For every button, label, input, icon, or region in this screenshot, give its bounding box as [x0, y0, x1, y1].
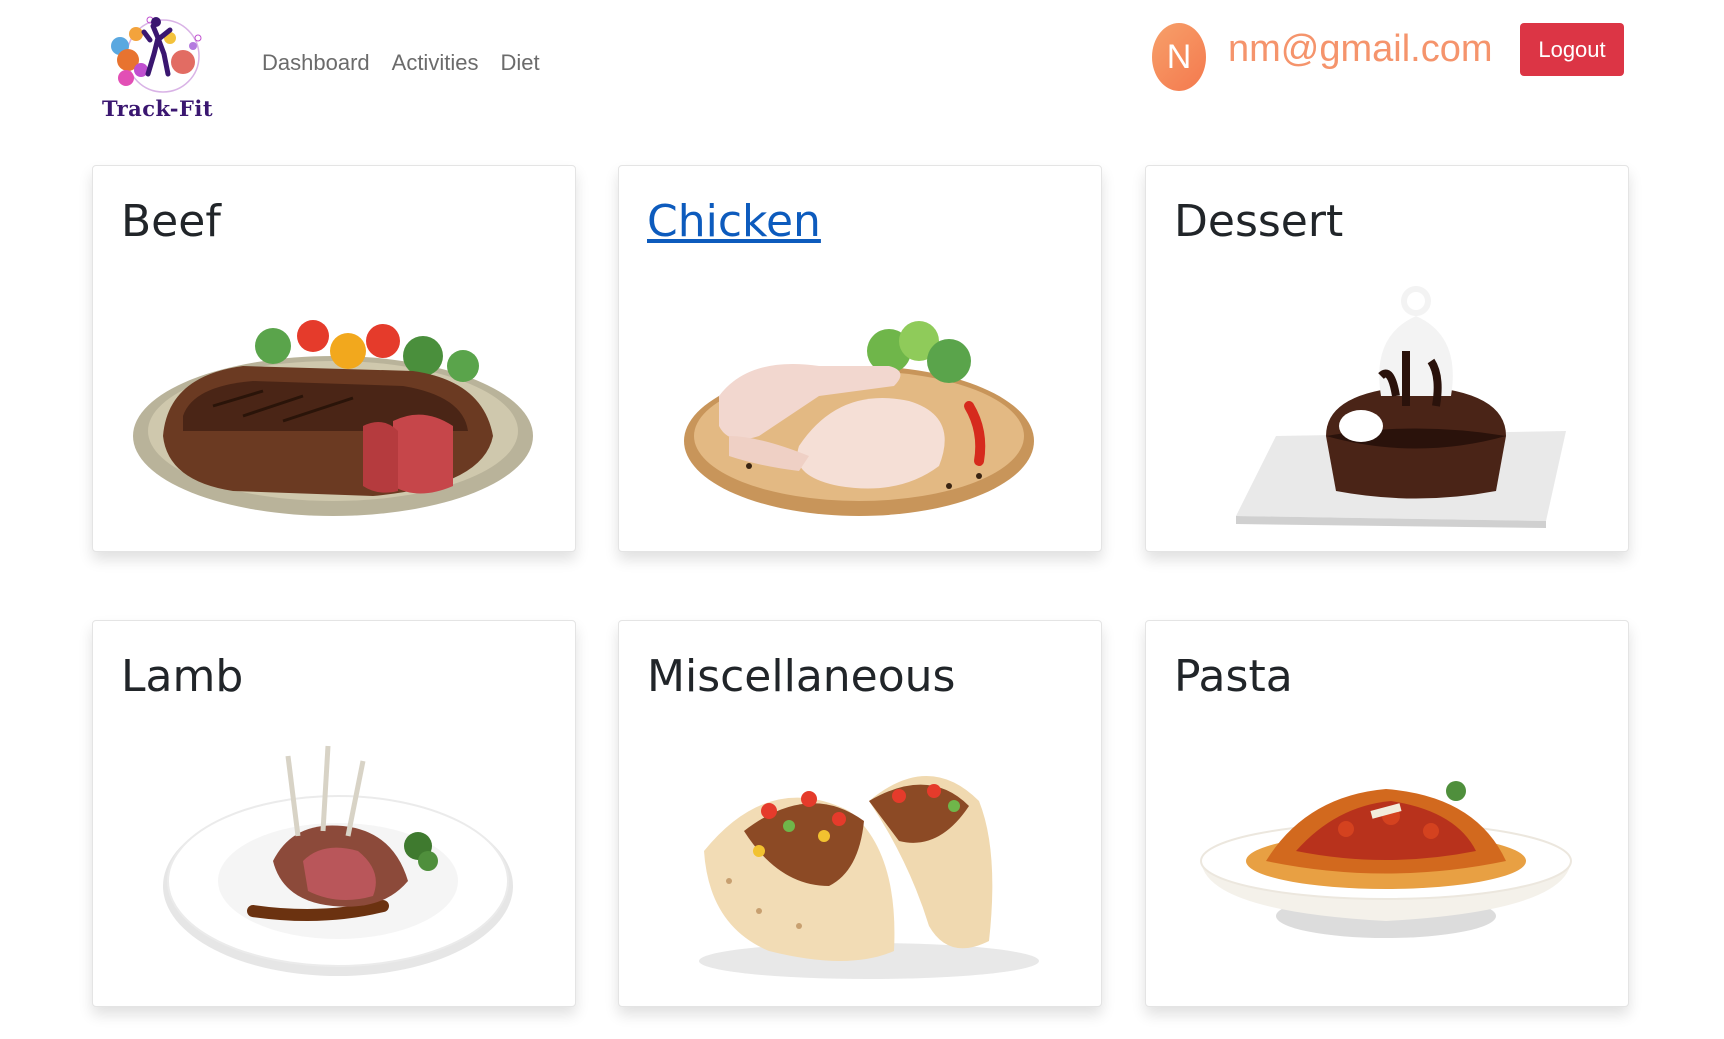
category-title: Lamb — [121, 651, 244, 702]
tacos-image — [699, 776, 1039, 979]
category-card-miscellaneous[interactable]: Miscellaneous — [618, 620, 1102, 1007]
track-fit-logo[interactable]: Track-Fit — [98, 8, 228, 126]
category-card-pasta[interactable]: Pasta — [1145, 620, 1629, 1007]
category-card-beef[interactable]: Beef — [92, 165, 576, 552]
nav-activities[interactable]: Activities — [392, 50, 479, 76]
user-email: nm@gmail.com — [1228, 28, 1493, 70]
pasta-image — [1200, 781, 1572, 938]
nav-diet[interactable]: Diet — [500, 50, 539, 76]
user-avatar[interactable]: N — [1152, 23, 1206, 91]
logo-graphic — [111, 16, 202, 93]
category-title: Beef — [121, 196, 221, 247]
lamb-image — [163, 745, 513, 976]
category-card-dessert[interactable]: Dessert — [1145, 165, 1629, 552]
nav-dashboard[interactable]: Dashboard — [262, 50, 370, 76]
category-title: Chicken — [647, 196, 821, 247]
dessert-image — [1236, 286, 1566, 528]
logout-button[interactable]: Logout — [1520, 23, 1624, 76]
navbar: Track-Fit Dashboard Activities Diet N nm… — [0, 0, 1724, 130]
category-title: Miscellaneous — [647, 651, 956, 702]
category-card-chicken[interactable]: Chicken — [618, 165, 1102, 552]
category-title: Pasta — [1174, 651, 1293, 702]
category-card-lamb[interactable]: Lamb — [92, 620, 576, 1007]
beef-image — [133, 320, 533, 516]
chicken-image — [684, 321, 1034, 516]
logo-text: Track-Fit — [102, 96, 214, 121]
category-title: Dessert — [1174, 196, 1344, 247]
nav-links: Dashboard Activities Diet — [262, 50, 540, 76]
